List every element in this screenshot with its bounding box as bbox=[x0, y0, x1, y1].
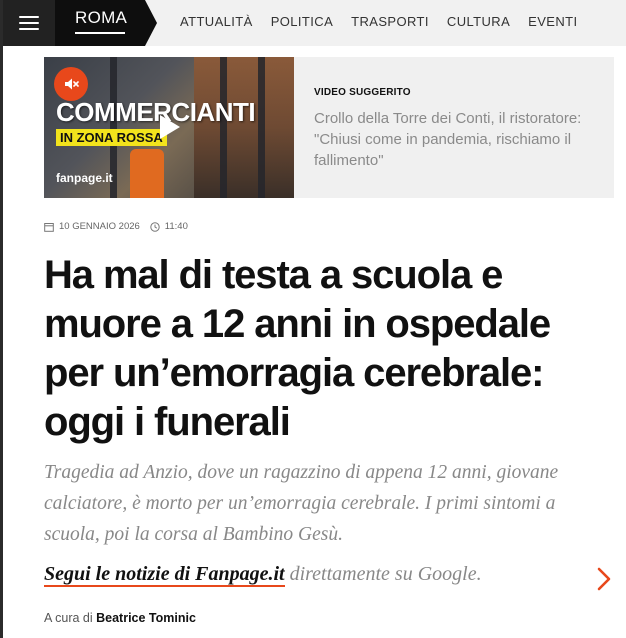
byline-prefix: A cura di bbox=[44, 611, 97, 625]
clock-icon bbox=[150, 221, 160, 232]
city-label: ROMA bbox=[75, 8, 128, 27]
video-thumbnail[interactable]: COMMERCIANTI IN ZONA ROSSA fanpage.it bbox=[44, 57, 294, 198]
menu-icon bbox=[19, 16, 39, 30]
chevron-right-icon[interactable] bbox=[596, 566, 612, 592]
video-promo-title: COMMERCIANTI bbox=[56, 97, 256, 127]
article-byline: A cura di Beatrice Tominic bbox=[44, 611, 196, 625]
nav-link-attualita[interactable]: ATTUALITÀ bbox=[180, 14, 253, 29]
article-date: 10 GENNAIO 2026 bbox=[59, 221, 140, 232]
menu-button[interactable] bbox=[3, 0, 55, 46]
article-summary: Tragedia ad Anzio, dove un ragazzino di … bbox=[44, 462, 559, 545]
mute-button[interactable] bbox=[54, 67, 88, 101]
nav-link-trasporti[interactable]: TRASPORTI bbox=[351, 14, 429, 29]
mute-icon bbox=[65, 78, 79, 90]
video-kicker: VIDEO SUGGERITO bbox=[314, 87, 411, 98]
article-time: 11:40 bbox=[164, 221, 188, 232]
article-meta: 10 GENNAIO 2026 11:40 bbox=[44, 221, 188, 232]
video-brand-logo: fanpage.it bbox=[56, 171, 113, 185]
thumbnail-scaffold-pole bbox=[258, 57, 265, 198]
nav-link-cultura[interactable]: CULTURA bbox=[447, 14, 510, 29]
article-headline: Ha mal di testa a scuola e muore a 12 an… bbox=[44, 253, 551, 444]
calendar-icon bbox=[44, 222, 54, 232]
nav-links: ATTUALITÀ POLITICA TRASPORTI CULTURA EVE… bbox=[180, 14, 596, 29]
author-link[interactable]: Beatrice Tominic bbox=[96, 611, 196, 625]
follow-fanpage-link[interactable]: Segui le notizie di Fanpage.it bbox=[44, 563, 285, 587]
suggested-video-card[interactable]: COMMERCIANTI IN ZONA ROSSA fanpage.it VI… bbox=[44, 57, 614, 198]
thumbnail-worker bbox=[130, 149, 164, 198]
follow-google-text: direttamente su Google. bbox=[284, 563, 482, 585]
page-left-rule bbox=[0, 0, 3, 638]
follow-google-promo: Segui le notizie di Fanpage.it direttame… bbox=[44, 563, 482, 587]
video-promo-subtitle: IN ZONA ROSSA bbox=[56, 129, 167, 146]
city-underline bbox=[75, 32, 125, 34]
top-navigation: ROMA ATTUALITÀ POLITICA TRASPORTI CULTUR… bbox=[3, 0, 626, 46]
nav-link-eventi[interactable]: EVENTI bbox=[528, 14, 577, 29]
nav-link-politica[interactable]: POLITICA bbox=[271, 14, 333, 29]
city-section-tab[interactable]: ROMA bbox=[55, 0, 157, 46]
video-title-link[interactable]: Crollo della Torre dei Conti, il ristora… bbox=[314, 108, 604, 171]
play-icon[interactable] bbox=[160, 115, 180, 139]
